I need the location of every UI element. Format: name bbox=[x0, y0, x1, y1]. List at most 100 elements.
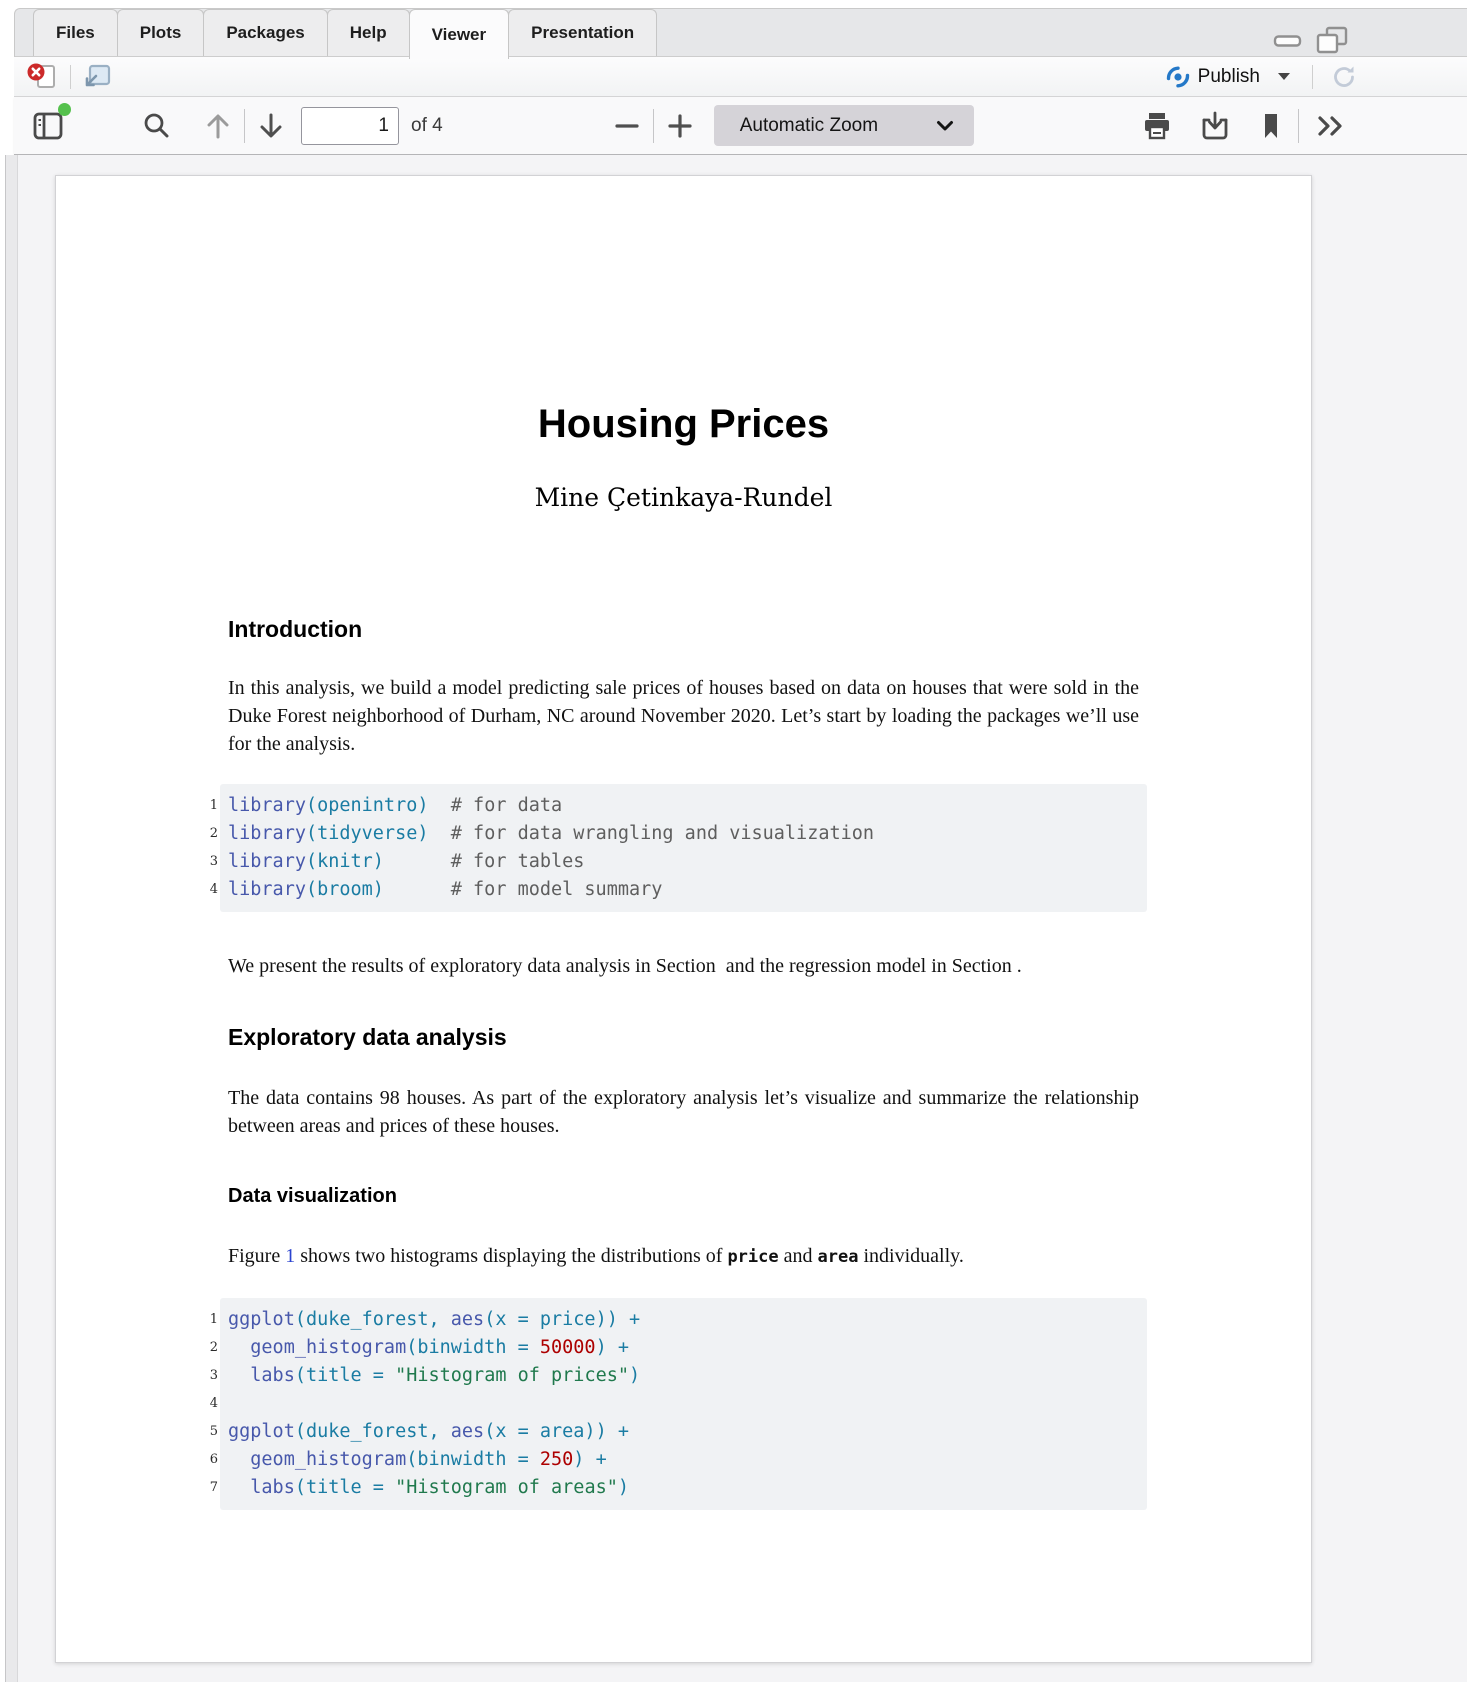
document-title: Housing Prices bbox=[56, 402, 1311, 447]
tab-viewer[interactable]: Viewer bbox=[409, 9, 510, 59]
zoom-out-icon[interactable] bbox=[611, 110, 643, 142]
popout-icon[interactable] bbox=[81, 62, 113, 92]
code-line: 6 geom_histogram(binwidth = 250) + bbox=[228, 1446, 1147, 1474]
tab-presentation[interactable]: Presentation bbox=[508, 9, 657, 56]
page-count-label: of 4 bbox=[411, 115, 443, 137]
code-token: (binwidth = bbox=[406, 1449, 540, 1470]
previous-page-icon[interactable] bbox=[202, 108, 234, 144]
code-token: "Histogram of prices" bbox=[395, 1365, 629, 1386]
line-number: 4 bbox=[194, 1390, 218, 1418]
code-line: 1library(openintro) # for data bbox=[228, 792, 1147, 820]
line-number: 1 bbox=[194, 1306, 218, 1334]
code-token bbox=[228, 1337, 250, 1358]
refresh-icon[interactable] bbox=[1329, 62, 1359, 92]
heading-dataviz: Data visualization bbox=[228, 1185, 1311, 1208]
inline-code: area bbox=[818, 1247, 859, 1267]
tab-bar: FilesPlotsPackagesHelpViewerPresentation bbox=[33, 9, 656, 56]
pdf-viewer-area[interactable]: Housing Prices Mine Çetinkaya-Rundel Int… bbox=[18, 155, 1467, 1682]
line-number: 7 bbox=[194, 1474, 218, 1502]
publish-label: Publish bbox=[1198, 66, 1260, 88]
code-token: (openintro) bbox=[306, 795, 429, 816]
code-block-libraries: 1library(openintro) # for data2library(t… bbox=[220, 784, 1147, 912]
sidebar-badge bbox=[58, 103, 71, 116]
bookmark-icon[interactable] bbox=[1258, 111, 1284, 141]
toolbar-divider bbox=[653, 109, 654, 143]
paragraph-sections-ref: We present the results of exploratory da… bbox=[228, 952, 1139, 980]
code-line: 3library(knitr) # for tables bbox=[228, 848, 1147, 876]
paragraph-figure: Figure 1 shows two histograms displaying… bbox=[228, 1242, 1139, 1271]
pane-left-gutter bbox=[5, 155, 18, 1682]
figure-reference-link[interactable]: 1 bbox=[285, 1245, 295, 1267]
code-token: ) bbox=[629, 1365, 640, 1386]
toolbar-divider bbox=[70, 65, 71, 89]
code-line: 4 bbox=[228, 1390, 1147, 1418]
line-number: 4 bbox=[194, 876, 218, 904]
page-number-input[interactable] bbox=[301, 107, 399, 145]
download-icon[interactable] bbox=[1198, 110, 1232, 142]
inline-code: price bbox=[727, 1247, 778, 1267]
code-token bbox=[228, 1449, 250, 1470]
print-icon[interactable] bbox=[1140, 110, 1174, 142]
tab-plots[interactable]: Plots bbox=[117, 9, 205, 56]
pdf-page: Housing Prices Mine Çetinkaya-Rundel Int… bbox=[55, 175, 1312, 1663]
line-number: 6 bbox=[194, 1446, 218, 1474]
code-token: ) bbox=[618, 1477, 629, 1498]
code-token bbox=[429, 823, 451, 844]
stop-icon[interactable] bbox=[26, 62, 60, 92]
more-tools-icon[interactable] bbox=[1313, 110, 1349, 142]
document-content: Housing Prices Mine Çetinkaya-Rundel Int… bbox=[56, 176, 1311, 1662]
code-token: labs bbox=[250, 1477, 295, 1498]
code-token: 50000 bbox=[540, 1337, 596, 1358]
code-token: library bbox=[228, 823, 306, 844]
code-line: 2 geom_histogram(binwidth = 50000) + bbox=[228, 1334, 1147, 1362]
code-token bbox=[384, 879, 451, 900]
code-token: (knitr) bbox=[306, 851, 384, 872]
line-number: 2 bbox=[194, 820, 218, 848]
code-token: ggplot bbox=[228, 1421, 295, 1442]
publish-button[interactable]: Publish bbox=[1160, 63, 1296, 91]
zoom-select-label: Automatic Zoom bbox=[740, 115, 936, 137]
code-token: (duke_forest, bbox=[295, 1421, 451, 1442]
code-token: (title = bbox=[295, 1365, 395, 1386]
minimize-icon[interactable] bbox=[1273, 34, 1303, 48]
line-number: 1 bbox=[194, 792, 218, 820]
line-number: 3 bbox=[194, 1362, 218, 1390]
line-number: 2 bbox=[194, 1334, 218, 1362]
code-token: geom_histogram bbox=[250, 1449, 406, 1470]
text-segment: Figure bbox=[228, 1245, 285, 1267]
code-token: ) + bbox=[596, 1337, 629, 1358]
line-number: 5 bbox=[194, 1418, 218, 1446]
code-token: (binwidth = bbox=[406, 1337, 540, 1358]
code-token: 250 bbox=[540, 1449, 573, 1470]
tab-packages[interactable]: Packages bbox=[203, 9, 327, 56]
text-segment: shows two histograms displaying the dist… bbox=[295, 1245, 727, 1267]
code-token: aes bbox=[451, 1421, 484, 1442]
tab-help[interactable]: Help bbox=[327, 9, 410, 56]
code-line: 7 labs(title = "Histogram of areas") bbox=[228, 1474, 1147, 1502]
code-token: (duke_forest, bbox=[295, 1309, 451, 1330]
tab-files[interactable]: Files bbox=[33, 9, 118, 56]
text-segment: and bbox=[779, 1245, 818, 1267]
code-token: aes bbox=[451, 1309, 484, 1330]
toggle-sidebar-icon[interactable] bbox=[30, 108, 66, 144]
code-token: labs bbox=[250, 1365, 295, 1386]
next-page-icon[interactable] bbox=[255, 108, 287, 144]
maximize-icon[interactable] bbox=[1315, 26, 1349, 56]
code-line: 1ggplot(duke_forest, aes(x = price)) + bbox=[228, 1306, 1147, 1334]
code-token: (title = bbox=[295, 1477, 395, 1498]
code-token: (x = area)) + bbox=[484, 1421, 629, 1442]
code-line: 3 labs(title = "Histogram of prices") bbox=[228, 1362, 1147, 1390]
code-token: library bbox=[228, 851, 306, 872]
viewer-toolbar: Publish bbox=[14, 57, 1467, 97]
paragraph-eda: The data contains 98 houses. As part of … bbox=[228, 1084, 1139, 1140]
toolbar-divider bbox=[1312, 65, 1313, 89]
code-token: # for tables bbox=[451, 851, 585, 872]
pane-tab-bar: FilesPlotsPackagesHelpViewerPresentation bbox=[14, 8, 1467, 57]
code-token bbox=[384, 851, 451, 872]
pdf-toolbar: of 4 Automatic Zoom bbox=[14, 97, 1467, 155]
zoom-in-icon[interactable] bbox=[664, 110, 696, 142]
code-token: "Histogram of areas" bbox=[395, 1477, 618, 1498]
zoom-select[interactable]: Automatic Zoom bbox=[714, 105, 974, 146]
code-line: 2library(tidyverse) # for data wrangling… bbox=[228, 820, 1147, 848]
search-icon[interactable] bbox=[140, 109, 174, 143]
